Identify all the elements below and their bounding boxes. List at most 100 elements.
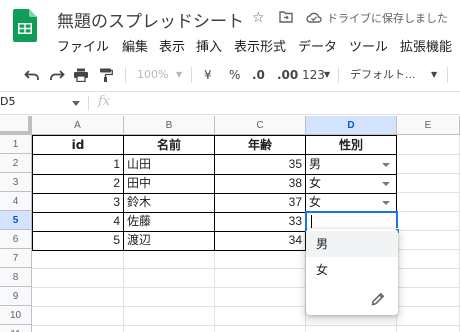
currency-format-button[interactable]: ¥ [204,63,212,87]
cell-e10[interactable] [397,306,460,326]
column-header-a[interactable]: A [32,116,124,135]
cell-e4[interactable] [397,192,460,212]
row-header-9[interactable]: 9 [0,287,32,306]
cell-b5[interactable]: 佐藤 [124,212,215,232]
menu-edit[interactable]: 編集 [122,36,148,55]
row-header-1[interactable]: 1 [0,135,32,154]
cell-e9[interactable] [397,287,460,307]
cell-a3[interactable]: 2 [32,174,124,194]
name-box-chevron-down-icon[interactable] [72,101,80,106]
cell-a9[interactable] [32,287,124,307]
cell-c3[interactable]: 38 [215,174,306,194]
cell-b1[interactable]: 名前 [124,135,215,155]
dropdown-arrow-icon[interactable] [382,182,390,186]
menu-file[interactable]: ファイル [57,36,109,55]
row-header-4[interactable]: 4 [0,192,32,211]
cell-a5[interactable]: 4 [32,212,124,232]
cell-e1[interactable] [397,135,460,155]
print-icon[interactable] [73,63,89,87]
percent-format-button[interactable]: % [229,63,240,87]
row-header-5[interactable]: 5 [0,211,32,230]
dropdown-arrow-icon[interactable] [382,163,390,167]
cell-a6[interactable]: 5 [32,231,124,251]
cell-c4[interactable]: 37 [215,193,306,213]
menu-data[interactable]: データ [298,36,337,55]
document-title[interactable]: 無題のスプレッドシート [57,7,244,32]
cell-e2[interactable] [397,154,460,174]
more-formats-button[interactable]: 123 [302,63,325,87]
cell-d4[interactable]: 女 [306,193,397,213]
column-header-b[interactable]: B [124,116,215,135]
name-box[interactable]: D5 [0,95,15,108]
star-icon[interactable]: ☆ [252,10,265,26]
cell-a10[interactable] [32,306,124,326]
font-chevron-down-icon[interactable]: ▼ [431,63,437,87]
cell-e8[interactable] [397,268,460,288]
column-header-e[interactable]: E [397,116,460,135]
font-select[interactable]: デフォルト... [350,63,416,87]
row-header-6[interactable]: 6 [0,230,32,249]
row-header-3[interactable]: 3 [0,173,32,192]
menu-view[interactable]: 表示 [159,36,185,55]
dropdown-arrow-icon[interactable] [382,201,390,205]
cell-e5[interactable] [397,211,460,231]
formats-chevron-down-icon[interactable]: ▼ [324,63,330,87]
column-header-c[interactable]: C [215,116,306,135]
pencil-icon[interactable] [370,291,386,307]
menu-format[interactable]: 表示形式 [234,36,286,55]
cell-b9[interactable] [124,287,215,307]
decrease-decimal-button[interactable]: .0 [252,63,265,87]
cell-e3[interactable] [397,173,460,193]
row-header-11[interactable]: 11 [0,325,32,332]
increase-decimal-button[interactable]: .00 [277,63,298,87]
cell-c11[interactable] [215,325,306,332]
menu-insert[interactable]: 挿入 [196,36,222,55]
cell-c2[interactable]: 35 [215,155,306,175]
cell-d11[interactable] [306,325,397,332]
cell-e11[interactable] [397,325,460,332]
cell-c10[interactable] [215,306,306,326]
cell-d2[interactable]: 男 [306,155,397,175]
row-header-2[interactable]: 2 [0,154,32,173]
cell-b8[interactable] [124,268,215,288]
cell-c8[interactable] [215,268,306,288]
cell-c7[interactable] [215,249,306,269]
cell-a2[interactable]: 1 [32,155,124,175]
cell-b4[interactable]: 鈴木 [124,193,215,213]
cell-a4[interactable]: 3 [32,193,124,213]
cell-b2[interactable]: 山田 [124,155,215,175]
menu-extensions[interactable]: 拡張機能 [400,36,452,55]
cell-d3[interactable]: 女 [306,174,397,194]
cell-b3[interactable]: 田中 [124,174,215,194]
move-folder-icon[interactable] [279,11,293,23]
cell-b7[interactable] [124,249,215,269]
cloud-saved-icon[interactable] [306,11,322,23]
cell-a8[interactable] [32,268,124,288]
menu-tools[interactable]: ツール [349,36,388,55]
zoom-select[interactable]: 100% [137,63,168,87]
column-header-d[interactable]: D [306,116,397,135]
cell-c5[interactable]: 33 [215,212,306,232]
cell-d1[interactable]: 性別 [306,135,397,155]
paint-format-icon[interactable] [99,63,113,87]
cell-e7[interactable] [397,249,460,269]
cell-b11[interactable] [124,325,215,332]
formula-input[interactable] [124,93,454,113]
row-header-7[interactable]: 7 [0,249,32,268]
cell-b10[interactable] [124,306,215,326]
cell-c9[interactable] [215,287,306,307]
cell-a11[interactable] [32,325,124,332]
row-header-10[interactable]: 10 [0,306,32,325]
dropdown-option-female[interactable]: 女 [306,257,398,283]
cell-e6[interactable] [397,230,460,250]
cell-a7[interactable] [32,249,124,269]
cell-b6[interactable]: 渡辺 [124,231,215,251]
dropdown-option-male[interactable]: 男 [306,231,398,257]
select-all-corner[interactable] [0,116,32,135]
zoom-chevron-down-icon[interactable]: ▼ [176,63,182,87]
undo-icon[interactable] [24,63,40,87]
cell-c6[interactable]: 34 [215,231,306,251]
row-header-8[interactable]: 8 [0,268,32,287]
cell-a1[interactable]: id [32,135,124,155]
redo-icon[interactable] [49,63,65,87]
